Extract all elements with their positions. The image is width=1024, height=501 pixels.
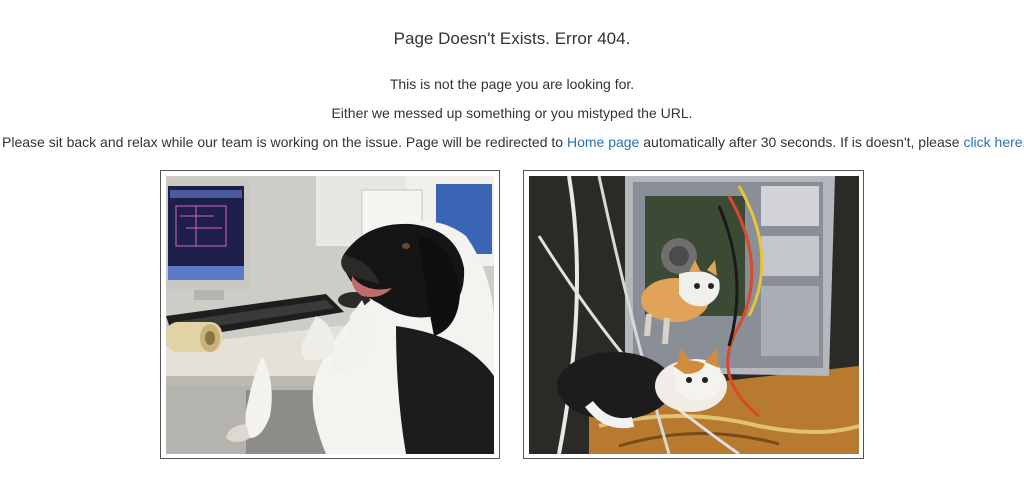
message-line-3-middle: automatically after 30 seconds. If is do… bbox=[639, 134, 964, 150]
message-line-3-prefix: Please sit back and relax while our team… bbox=[2, 134, 567, 150]
kittens-in-computer-case-photo bbox=[529, 176, 859, 454]
home-page-link[interactable]: Home page bbox=[567, 134, 639, 150]
kittens-photo-frame bbox=[523, 170, 864, 459]
click-here-link[interactable]: click here bbox=[963, 134, 1022, 150]
message-line-2: Either we messed up something or you mis… bbox=[331, 105, 693, 121]
message-line-3: Please sit back and relax while our team… bbox=[2, 134, 1024, 151]
page-title: Page Doesn't Exists. Error 404. bbox=[393, 29, 631, 48]
dog-at-computer-photo bbox=[166, 176, 494, 454]
message-line-1: This is not the page you are looking for… bbox=[389, 76, 635, 92]
dog-photo-frame bbox=[160, 170, 500, 459]
